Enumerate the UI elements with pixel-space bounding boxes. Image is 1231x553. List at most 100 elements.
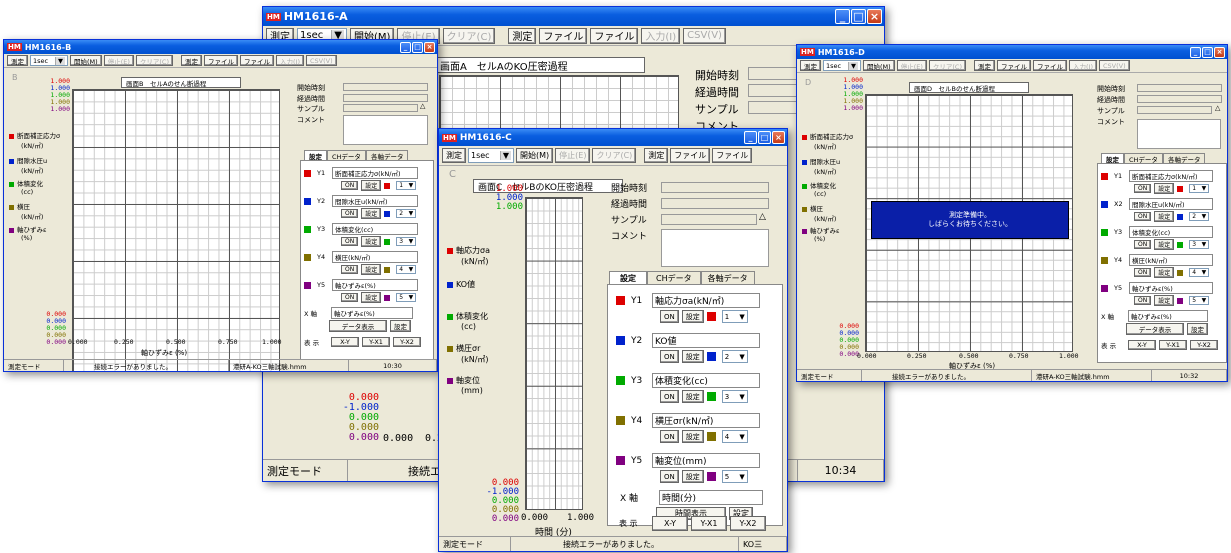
maximize-icon[interactable]: □: [758, 131, 771, 144]
data-display-button[interactable]: データ表示: [1126, 323, 1184, 335]
title-bar[interactable]: HM HM1616-C _ □ ×: [439, 129, 787, 146]
on-button[interactable]: ON: [1134, 184, 1152, 193]
yx2-button[interactable]: Y-X2: [393, 337, 421, 347]
input-button[interactable]: 入力(I): [641, 27, 681, 44]
channel-number-select[interactable]: 5 ▼: [396, 293, 417, 302]
on-button[interactable]: ON: [1134, 296, 1152, 305]
sample-scroll-icon[interactable]: △: [759, 212, 766, 222]
settings-button[interactable]: 設定: [361, 208, 382, 219]
measure-button[interactable]: 測定: [800, 60, 821, 71]
start-button[interactable]: 開始(M): [863, 60, 895, 71]
file-button[interactable]: ファイル: [712, 148, 753, 163]
channel-number-select[interactable]: 1 ▼: [396, 181, 417, 190]
input-button[interactable]: 入力(I): [276, 55, 304, 66]
comment-field[interactable]: [1137, 119, 1221, 149]
csv-button[interactable]: CSV(V): [1099, 60, 1130, 71]
on-button[interactable]: ON: [341, 265, 359, 274]
sample-scroll-icon[interactable]: △: [1215, 104, 1220, 112]
minimize-icon[interactable]: _: [744, 131, 757, 144]
tab-measure[interactable]: 測定: [508, 27, 537, 44]
channel-number-select[interactable]: 3 ▼: [721, 390, 748, 403]
on-button[interactable]: ON: [660, 310, 679, 323]
on-button[interactable]: ON: [660, 470, 679, 483]
settings-button[interactable]: 設定: [681, 310, 704, 323]
data-display-button[interactable]: データ表示: [329, 320, 387, 332]
title-bar[interactable]: HM HM1616-D _ □ ×: [797, 45, 1227, 59]
interval-select[interactable]: 1sec ▼: [30, 55, 68, 66]
channel-number-select[interactable]: 4 ▼: [396, 265, 417, 274]
maximize-icon[interactable]: □: [1202, 46, 1213, 58]
settings-button[interactable]: 設定: [361, 292, 382, 303]
file-button[interactable]: ファイル: [240, 55, 274, 66]
yx2-button[interactable]: Y-X2: [730, 516, 766, 531]
csv-button[interactable]: CSV(V): [306, 55, 337, 66]
stop-button[interactable]: 停止(E): [555, 148, 591, 163]
tab-file[interactable]: ファイル: [539, 27, 588, 44]
tab-measure[interactable]: 測定: [181, 55, 202, 66]
channel-number-select[interactable]: 1 ▼: [721, 310, 748, 323]
tab-measure[interactable]: 測定: [974, 60, 995, 71]
channel-number-select[interactable]: 2 ▼: [1189, 212, 1210, 221]
channel-number-select[interactable]: 2 ▼: [721, 350, 748, 363]
settings-button[interactable]: 設定: [1154, 295, 1175, 306]
channel-number-select[interactable]: 1 ▼: [1189, 184, 1210, 193]
yx1-button[interactable]: Y-X1: [362, 337, 390, 347]
file-button[interactable]: ファイル: [590, 27, 639, 44]
on-button[interactable]: ON: [1134, 268, 1152, 277]
settings-button[interactable]: 設定: [1154, 211, 1175, 222]
channel-number-select[interactable]: 3 ▼: [1189, 240, 1210, 249]
close-icon[interactable]: ×: [772, 131, 785, 144]
on-button[interactable]: ON: [660, 390, 679, 403]
on-button[interactable]: ON: [341, 209, 359, 218]
settings-button[interactable]: 設定: [681, 350, 704, 363]
title-bar[interactable]: HM HM1616-A _ □ ×: [263, 7, 884, 26]
tab-ch-data[interactable]: CHデータ: [647, 271, 701, 285]
clear-button[interactable]: クリア(C): [592, 148, 637, 163]
minimize-icon[interactable]: _: [835, 9, 850, 24]
stop-button[interactable]: 停止(E): [896, 60, 927, 71]
channel-number-select[interactable]: 4 ▼: [721, 430, 748, 443]
tab-axis-data[interactable]: 各軸データ: [700, 271, 755, 285]
channel-number-select[interactable]: 3 ▼: [396, 237, 417, 246]
xy-button[interactable]: X-Y: [1128, 340, 1156, 350]
clear-button[interactable]: クリア(C): [135, 55, 173, 66]
close-icon[interactable]: ×: [1214, 46, 1225, 58]
measure-button[interactable]: 測定: [7, 55, 28, 66]
settings-button[interactable]: 設定: [361, 264, 382, 275]
on-button[interactable]: ON: [1134, 240, 1152, 249]
minimize-icon[interactable]: _: [1190, 46, 1201, 58]
interval-select[interactable]: 1sec ▼: [823, 60, 861, 71]
comment-field[interactable]: [661, 229, 769, 267]
on-button[interactable]: ON: [660, 430, 679, 443]
on-button[interactable]: ON: [660, 350, 679, 363]
stop-button[interactable]: 停止(E): [103, 55, 134, 66]
x-settings-button[interactable]: 設定: [1187, 323, 1208, 335]
tab-file[interactable]: ファイル: [204, 55, 238, 66]
yx1-button[interactable]: Y-X1: [691, 516, 727, 531]
settings-button[interactable]: 設定: [1154, 239, 1175, 250]
sample-scroll-icon[interactable]: △: [420, 102, 425, 110]
close-icon[interactable]: ×: [867, 9, 882, 24]
maximize-icon[interactable]: □: [412, 41, 423, 53]
start-button[interactable]: 開始(M): [70, 55, 102, 66]
clear-button[interactable]: クリア(C): [442, 27, 496, 44]
on-button[interactable]: ON: [341, 237, 359, 246]
on-button[interactable]: ON: [341, 181, 359, 190]
xy-button[interactable]: X-Y: [331, 337, 359, 347]
input-button[interactable]: 入力(I): [1069, 60, 1097, 71]
title-bar[interactable]: HM HM1616-B _ □ ×: [4, 40, 437, 54]
settings-button[interactable]: 設定: [681, 430, 704, 443]
csv-button[interactable]: CSV(V): [683, 27, 726, 44]
settings-button[interactable]: 設定: [1154, 267, 1175, 278]
file-button[interactable]: ファイル: [1033, 60, 1067, 71]
minimize-icon[interactable]: _: [400, 41, 411, 53]
interval-select[interactable]: 1sec ▼: [468, 148, 514, 163]
settings-button[interactable]: 設定: [681, 470, 704, 483]
yx1-button[interactable]: Y-X1: [1159, 340, 1187, 350]
channel-number-select[interactable]: 5 ▼: [721, 470, 748, 483]
x-settings-button[interactable]: 設定: [390, 320, 411, 332]
settings-button[interactable]: 設定: [681, 390, 704, 403]
settings-button[interactable]: 設定: [1154, 183, 1175, 194]
settings-button[interactable]: 設定: [361, 236, 382, 247]
clear-button[interactable]: クリア(C): [928, 60, 966, 71]
